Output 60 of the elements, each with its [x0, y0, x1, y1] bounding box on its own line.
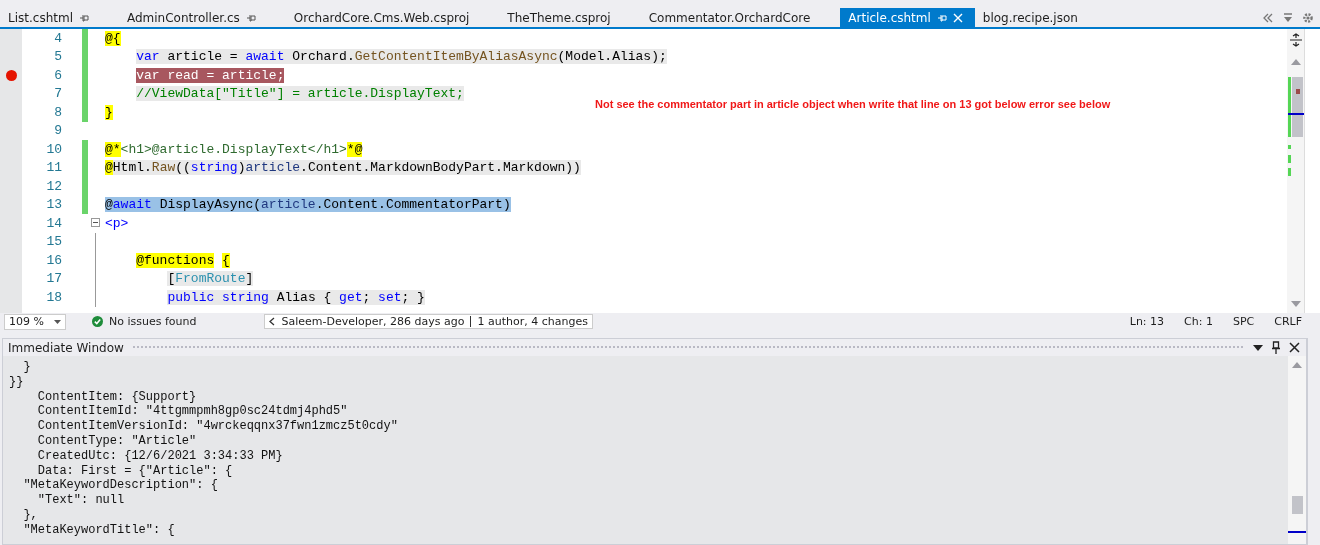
line-number: 9 — [53, 123, 62, 139]
pin-icon[interactable] — [1271, 341, 1281, 354]
scroll-up-icon[interactable] — [1290, 59, 1301, 65]
line-number: 17 — [45, 271, 62, 287]
dropdown-icon[interactable] — [1253, 344, 1263, 351]
scroll-left-icon[interactable] — [1262, 12, 1274, 23]
document-tab[interactable]: blog.recipe.json — [974, 8, 1090, 27]
output-line: "MetaKeywordDescription": { — [22, 478, 219, 494]
check-icon — [92, 316, 103, 327]
line-number: 7 — [53, 86, 62, 102]
document-tab[interactable]: OrchardCore.Cms.Web.csproj — [285, 8, 482, 27]
annotation-text: Not see the commentator part in article object when write that line on 13 got below error see below — [595, 98, 1111, 110]
settings-icon[interactable] — [1302, 11, 1314, 24]
output-line: }, — [22, 507, 39, 523]
close-icon[interactable] — [1289, 342, 1300, 353]
caret-icon — [54, 319, 61, 324]
code-line: @functions { — [136, 252, 230, 268]
collapse-icon[interactable] — [91, 218, 100, 227]
output-line: "MetaKeywordTitle": { — [22, 522, 176, 538]
output-line: } — [22, 360, 32, 375]
scroll-down-icon[interactable] — [1290, 301, 1301, 307]
line-number: 8 — [53, 104, 62, 120]
output-line: ContentItemVersionId: "4wrckeqqnx37fwn1zmcz5t0cdy" — [36, 419, 399, 434]
indentation-mode[interactable]: SPC — [1232, 315, 1255, 328]
breakpoint-icon[interactable] — [5, 69, 17, 81]
line-number: 6 — [53, 67, 62, 83]
line-number: 13 — [45, 197, 62, 213]
line-number: 11 — [45, 160, 62, 176]
panel-title: Immediate Window — [8, 340, 124, 355]
line-number: 16 — [45, 252, 62, 268]
column-position: Ch: 1 — [1184, 315, 1213, 328]
line-number: 10 — [45, 141, 62, 157]
scroll-up-icon[interactable] — [1292, 362, 1302, 368]
line-number: 18 — [45, 289, 62, 305]
line-number: 14 — [45, 215, 62, 231]
output-line: CreatedUtc: {12/6/2021 3:34:33 PM} — [36, 448, 284, 464]
output-line: ContentType: "Article" — [36, 434, 198, 449]
line-number: 15 — [45, 234, 62, 250]
document-tab[interactable]: TheTheme.csproj — [499, 8, 623, 27]
line-number: 4 — [53, 30, 62, 46]
chevron-left-icon[interactable] — [269, 317, 276, 326]
output-line: ContentItem: {Support} — [36, 389, 198, 405]
blame-author[interactable]: Saleem-Developer, 286 days ago — [281, 315, 465, 328]
output-line: ContentItemId: "4ttgmmpmh8gp0sc24tdmj4phd5" — [36, 404, 349, 420]
split-icon[interactable] — [1288, 33, 1303, 47]
zoom-dropdown[interactable]: 109 % — [4, 313, 66, 330]
document-tab[interactable]: Commentator.OrchardCore — [640, 8, 823, 27]
issues-status[interactable]: No issues found — [109, 315, 197, 328]
document-tab[interactable]: AdminController.cs — [119, 8, 268, 27]
line-ending[interactable]: CRLF — [1274, 315, 1302, 328]
line-number: 12 — [45, 178, 62, 194]
output-line: "Text": null — [36, 493, 126, 508]
output-line: }} — [9, 374, 25, 390]
line-number: 5 — [53, 49, 62, 65]
document-tab[interactable]: List.cshtml — [0, 8, 101, 27]
blame-changes[interactable]: 1 author, 4 changes — [477, 315, 588, 328]
scroll-thumb[interactable] — [1291, 496, 1303, 514]
line-position: Ln: 13 — [1129, 315, 1165, 328]
code-line: <p> — [105, 215, 129, 231]
output-line: Data: First = {"Article": { — [36, 463, 234, 479]
